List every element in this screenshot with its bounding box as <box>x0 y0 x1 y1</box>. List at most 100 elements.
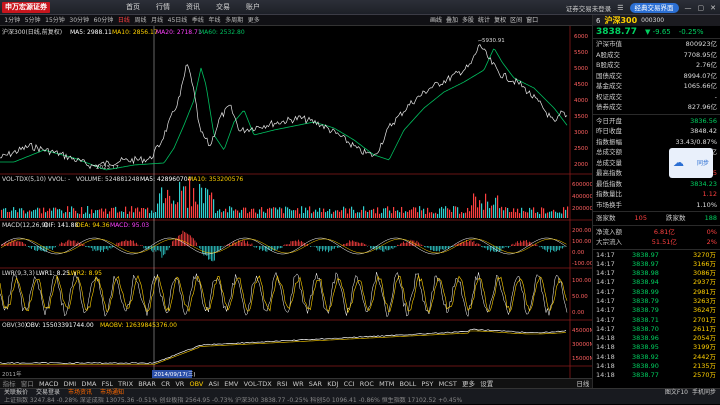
period-month[interactable]: 月线 <box>149 15 166 25</box>
tick-v: 3263万 <box>670 297 716 306</box>
indicator-tab-12[interactable]: RSI <box>274 379 290 388</box>
period-multi[interactable]: 多周期 <box>223 15 246 25</box>
indicator-tab-6[interactable]: CR <box>159 379 173 388</box>
indicator-tab-2[interactable]: DMA <box>79 379 99 388</box>
status-tab-login[interactable]: 交易登录 <box>32 389 64 397</box>
indicator-tab-4[interactable]: TRIX <box>116 379 136 388</box>
indicator-tab-5[interactable]: BRAR <box>136 379 159 388</box>
volume-bar <box>291 210 292 218</box>
macd-bar <box>517 241 518 246</box>
vol-ma10-label: MA10: 353200576 <box>188 176 243 183</box>
volume-bar <box>503 210 504 218</box>
period-indicator[interactable]: 日线 <box>574 379 592 388</box>
period-week[interactable]: 周线 <box>132 15 149 25</box>
minimize-icon[interactable]: — <box>685 4 692 12</box>
indicator-tab-8[interactable]: OBV <box>187 379 206 388</box>
period-45day[interactable]: 45日线 <box>165 15 189 25</box>
volume-bar <box>511 212 512 218</box>
tool-range[interactable]: 区间 <box>510 15 522 26</box>
nav-trade[interactable]: 交易 <box>208 0 238 15</box>
mobile-sync-button[interactable]: 手机同步 <box>692 389 716 397</box>
stats2-row: 昨日收盘3848.42 <box>593 126 720 137</box>
period-year[interactable]: 年线 <box>206 15 223 25</box>
indicator-tab-20[interactable]: PSY <box>419 379 436 388</box>
tool-window[interactable]: 窗口 <box>526 15 538 26</box>
f10-button[interactable]: 图文F10 <box>665 389 688 397</box>
indicator-tab-13[interactable]: WR <box>290 379 306 388</box>
volume-bar <box>281 208 282 218</box>
indicator-tab-9[interactable]: ASI <box>206 379 222 388</box>
macd-bar <box>420 244 421 246</box>
kline-chart[interactable]: 沪深300(日线,前复权) MA5: 2988.11 MA10: 2856.17… <box>0 26 592 378</box>
period-30min[interactable]: 30分钟 <box>67 15 91 25</box>
indicator-tab-14[interactable]: SAR <box>306 379 324 388</box>
macd-bar <box>412 241 413 246</box>
classic-trade-button[interactable]: 经典交易界面 <box>630 3 679 13</box>
period-1min[interactable]: 1分钟 <box>2 15 22 25</box>
tool-multi[interactable]: 多股 <box>462 15 474 26</box>
period-60min[interactable]: 60分钟 <box>91 15 115 25</box>
volume-bar <box>171 204 172 218</box>
volume-bar <box>93 213 94 218</box>
main-title: 沪深300(日线,前复权) <box>2 28 62 36</box>
nav-account[interactable]: 账户 <box>238 0 268 15</box>
tool-stats[interactable]: 统计 <box>478 15 490 26</box>
nav-news[interactable]: 资讯 <box>178 0 208 15</box>
indicator-tab-3[interactable]: FSL <box>99 379 116 388</box>
indicator-tab-lead-1[interactable]: 指标 <box>0 379 18 388</box>
indicator-tab-16[interactable]: CCI <box>341 379 357 388</box>
period-5min[interactable]: 5分钟 <box>22 15 42 25</box>
indicator-tab-18[interactable]: MTM <box>377 379 397 388</box>
close-icon[interactable]: ✕ <box>710 4 716 12</box>
status-tab-notice[interactable]: 市场通知 <box>96 389 128 397</box>
tool-adjust[interactable]: 复权 <box>494 15 506 26</box>
maximize-icon[interactable]: ▢ <box>698 4 705 12</box>
volume-bar <box>277 209 278 218</box>
indicator-tab-23[interactable]: 设置 <box>478 379 496 388</box>
indicator-tab-17[interactable]: ROC <box>357 379 376 388</box>
indicator-tab-22[interactable]: 更多 <box>459 379 477 388</box>
macd-bar <box>217 246 218 251</box>
macd-bar <box>366 245 367 246</box>
macd-bar <box>196 243 197 246</box>
period-day[interactable]: 日线 <box>116 15 133 25</box>
volume-bar <box>567 207 568 218</box>
tick-t: 14:18 <box>596 343 632 352</box>
indicator-tab-15[interactable]: KDJ <box>325 379 341 388</box>
indicator-tab-10[interactable]: EMV <box>222 379 241 388</box>
indicator-tab-1[interactable]: DMI <box>61 379 79 388</box>
macd-bar <box>330 246 331 251</box>
nav-home[interactable]: 首页 <box>118 0 148 15</box>
login-status[interactable]: 证券交易未登录 <box>566 3 612 13</box>
period-15min[interactable]: 15分钟 <box>43 15 67 25</box>
indicator-tab-0[interactable]: MACD <box>36 379 61 388</box>
status-tab-related[interactable]: 关联报价 <box>0 389 32 397</box>
indicator-tab-19[interactable]: BOLL <box>397 379 419 388</box>
status-tab-news[interactable]: 市场资讯 <box>64 389 96 397</box>
volume-bar <box>423 209 424 218</box>
tool-draw[interactable]: 画线 <box>430 15 442 26</box>
indicator-tab-7[interactable]: VR <box>173 379 187 388</box>
period-more[interactable]: 更多 <box>245 15 262 25</box>
volume-bar <box>303 213 304 218</box>
volume-bar <box>485 194 486 218</box>
period-quarter[interactable]: 季线 <box>190 15 207 25</box>
macd-bar <box>450 246 451 247</box>
indicator-tab-21[interactable]: MCST <box>436 379 459 388</box>
cloud-sync-button[interactable]: ☁ 同步 <box>669 148 713 178</box>
tick-list[interactable]: 14:173838.973270万14:173838.973166万14:173… <box>593 251 720 381</box>
tool-overlay[interactable]: 叠加 <box>446 15 458 26</box>
macd-bar <box>514 245 515 246</box>
volume-bar <box>199 184 200 218</box>
stats1-row: 沪深市值800923亿 <box>593 39 720 50</box>
indicator-tab-11[interactable]: VOL-TDX <box>241 379 274 388</box>
volume-bar <box>223 211 224 218</box>
macd-bar <box>73 241 74 246</box>
volume-bar <box>207 189 208 218</box>
stats2-value: 1.10% <box>696 200 717 211</box>
lwr-title: LWR(9,3,3) <box>2 270 35 277</box>
menu-icon[interactable]: ☰ <box>617 4 623 12</box>
nav-quotes[interactable]: 行情 <box>148 0 178 15</box>
macd-bar <box>454 245 455 246</box>
indicator-tab-lead-2[interactable]: 窗口 <box>18 379 36 388</box>
